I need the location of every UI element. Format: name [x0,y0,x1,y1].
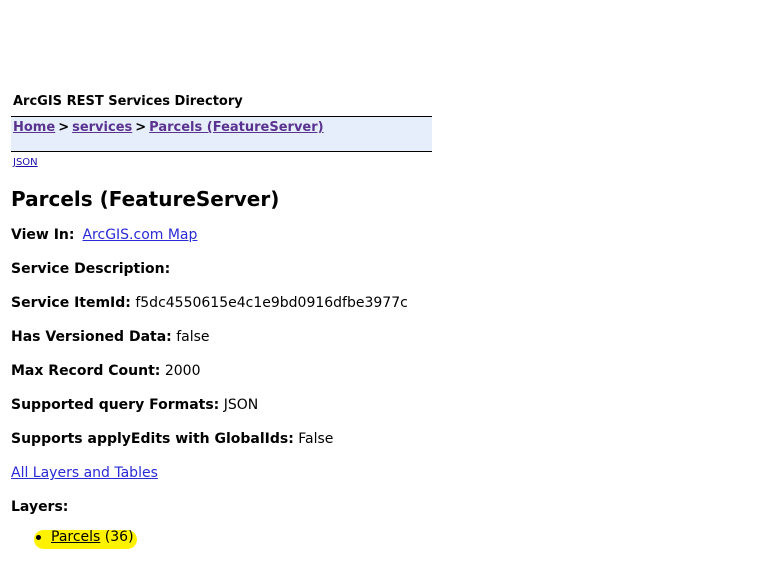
page-title: Parcels (FeatureServer) [11,187,280,211]
max-record-count-row: Max Record Count: 2000 [11,362,201,380]
layer-id: (36) [104,529,134,545]
layers-label: Layers: [11,499,69,515]
service-description-label: Service Description: [11,261,171,277]
layers-heading-row: Layers: [11,498,68,516]
list-item: Parcels (36) [33,528,134,546]
breadcrumb-separator: > [58,120,70,135]
layer-parcels-link[interactable]: Parcels [51,529,100,545]
has-versioned-data-row: Has Versioned Data: false [11,328,210,346]
supported-query-formats-label: Supported query Formats: [11,397,220,413]
nav-bar: Home > services > Parcels (FeatureServer) [11,116,432,152]
service-itemid-row: Service ItemId: f5dc4550615e4c1e9bd0916d… [11,294,408,312]
all-layers-row: All Layers and Tables [11,464,158,482]
service-itemid-label: Service ItemId: [11,295,131,311]
max-record-count-label: Max Record Count: [11,363,161,379]
breadcrumb: Home > services > Parcels (FeatureServer) [13,120,324,136]
supported-query-formats-value: JSON [223,397,259,413]
view-in-label: View In: [11,227,75,243]
breadcrumb-services-link[interactable]: services [72,120,132,135]
supports-apply-edits-label: Supports applyEdits with GlobalIds: [11,431,294,447]
page: ArcGIS REST Services Directory Home > serv… [0,0,760,581]
view-in-row: View In: ArcGIS.com Map [11,226,197,244]
has-versioned-data-value: false [176,329,210,345]
supports-apply-edits-value: False [298,431,334,447]
bullet-icon [36,535,41,540]
layers-list: Parcels (36) [33,528,134,546]
all-layers-tables-link[interactable]: All Layers and Tables [11,465,158,481]
supported-query-formats-row: Supported query Formats: JSON [11,396,258,414]
breadcrumb-separator: > [135,120,147,135]
max-record-count-value: 2000 [164,363,201,379]
breadcrumb-home-link[interactable]: Home [13,120,55,135]
directory-title: ArcGIS REST Services Directory [13,94,243,109]
service-itemid-value: f5dc4550615e4c1e9bd0916dfbe3977c [135,295,408,311]
breadcrumb-current-link[interactable]: Parcels (FeatureServer) [149,120,323,135]
has-versioned-data-label: Has Versioned Data: [11,329,172,345]
supports-apply-edits-row: Supports applyEdits with GlobalIds: Fals… [11,430,333,448]
arcgis-map-link[interactable]: ArcGIS.com Map [82,227,197,243]
json-link[interactable]: JSON [13,157,38,169]
service-description-row: Service Description: [11,260,170,278]
